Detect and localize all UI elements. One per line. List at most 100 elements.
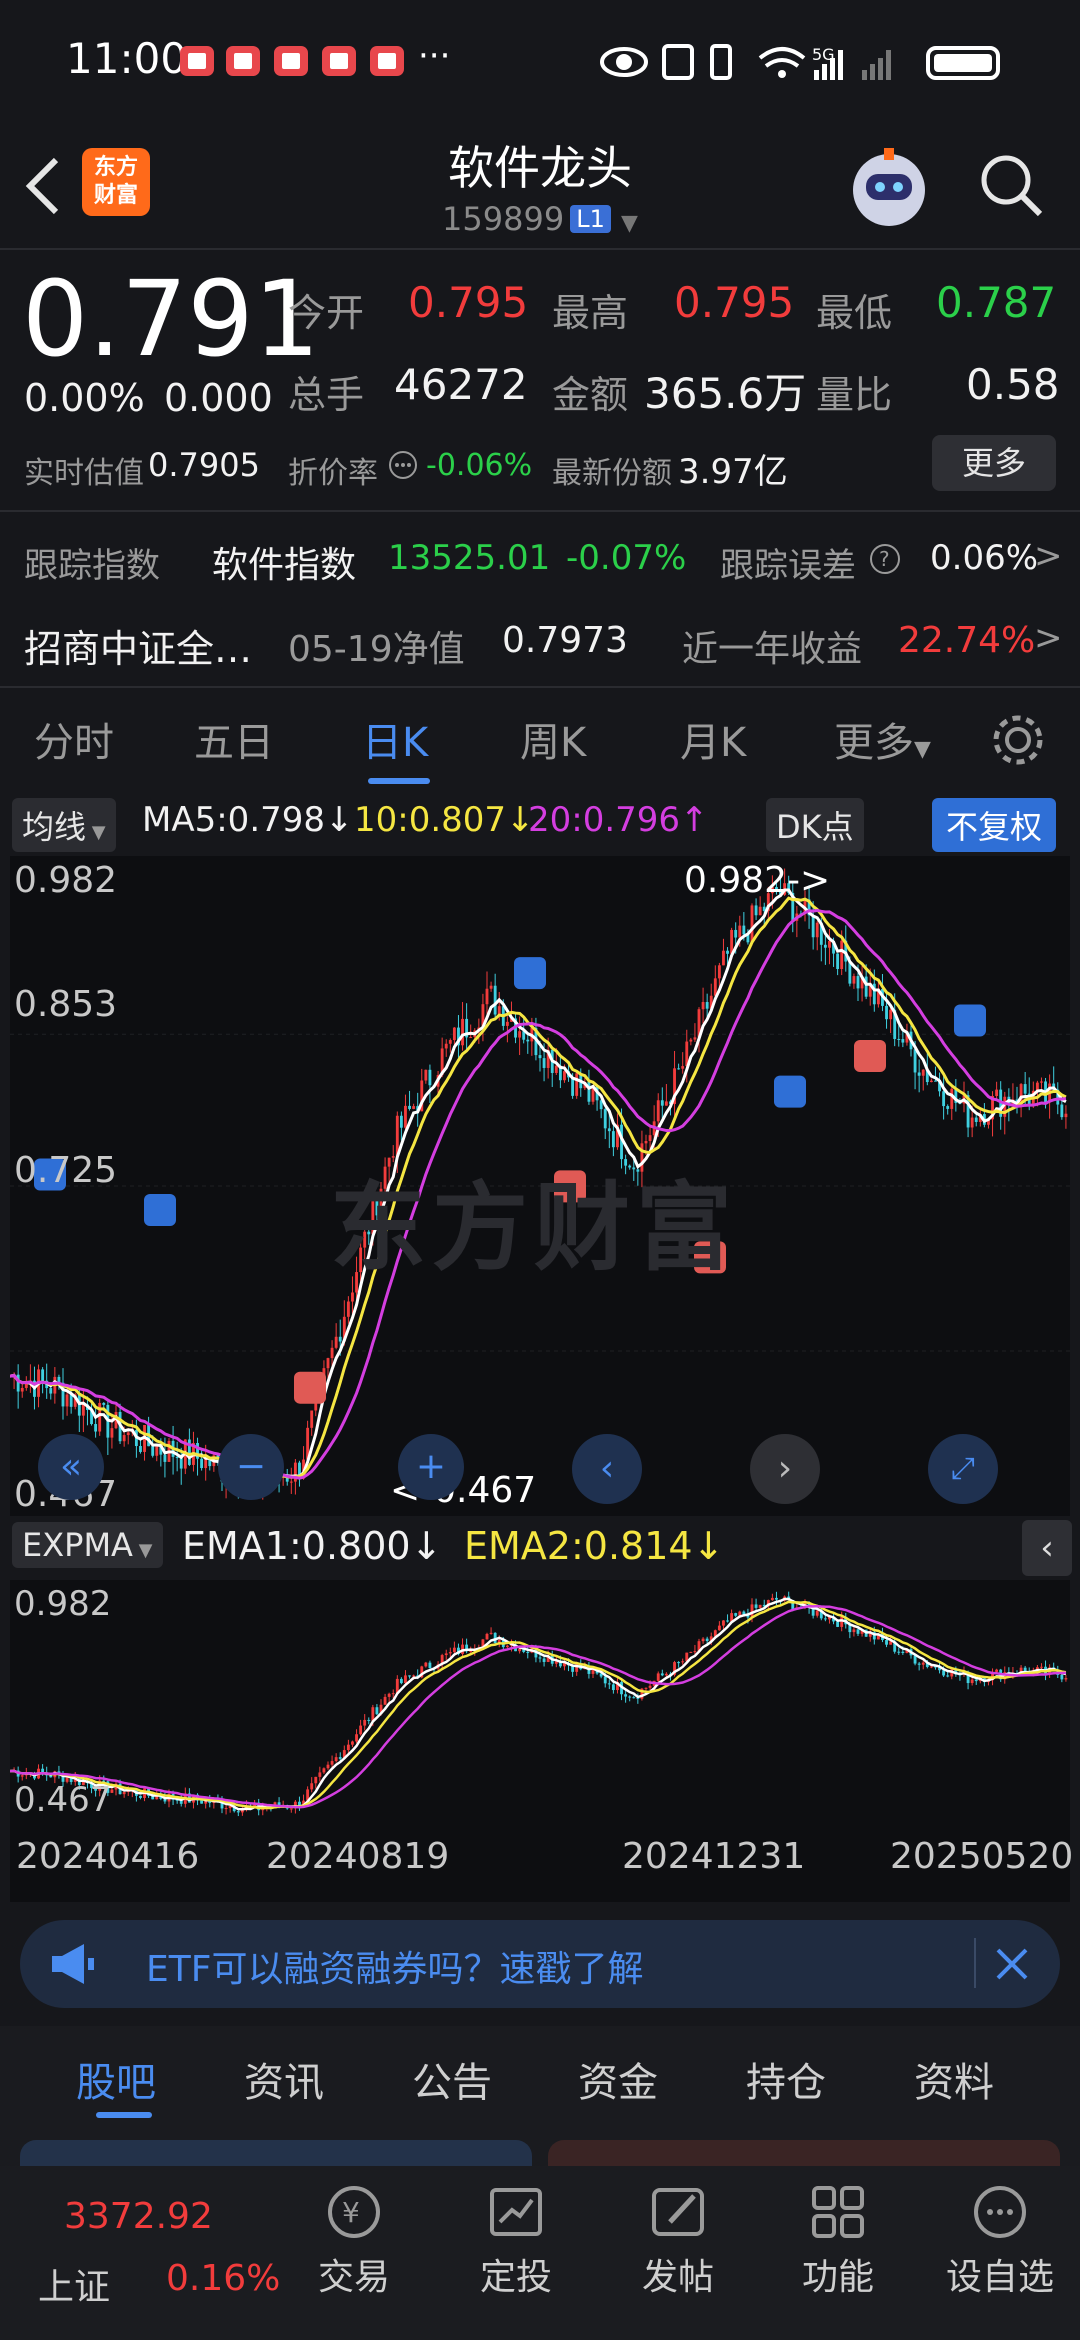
indicator-selector[interactable]: EXPMA ▼ xyxy=(12,1522,163,1568)
candle xyxy=(693,1037,697,1040)
search-icon[interactable] xyxy=(976,150,1046,220)
candle xyxy=(730,929,734,954)
grid-icon xyxy=(812,2186,864,2238)
help-icon[interactable]: ? xyxy=(868,542,902,576)
candle xyxy=(330,1347,334,1359)
app-header: 东方 财富 软件龙头 159899 L1 ▼ xyxy=(0,120,1080,250)
chevron-right-icon[interactable]: > xyxy=(1034,536,1063,576)
info-dots-icon[interactable] xyxy=(388,450,418,480)
level-badge: L1 xyxy=(570,205,611,233)
open-label: 今开 xyxy=(288,291,365,335)
tab-weekly-k[interactable]: 周K xyxy=(520,710,586,768)
candle xyxy=(660,1100,664,1106)
candle xyxy=(929,1080,933,1083)
zoom-in-button[interactable]: + xyxy=(398,1434,464,1500)
gear-icon[interactable] xyxy=(990,712,1046,768)
candle xyxy=(995,1669,999,1672)
candle xyxy=(885,1640,888,1645)
candle xyxy=(677,1662,681,1664)
nav-watchlist[interactable]: 设自选 xyxy=(940,2166,1060,2300)
fullscreen-button[interactable]: ⤢ xyxy=(928,1434,998,1504)
tab-monthly-k[interactable]: 月K xyxy=(680,710,746,768)
ma-selector[interactable]: 均线 ▼ xyxy=(12,798,116,852)
vibrate-icon xyxy=(710,44,732,80)
candle xyxy=(41,1369,45,1381)
candle xyxy=(1040,1081,1043,1083)
candle xyxy=(359,1725,363,1735)
candle xyxy=(69,1394,73,1407)
dk-point-button[interactable]: DK点 xyxy=(766,798,864,852)
chart-icon xyxy=(490,2188,542,2236)
megaphone-icon xyxy=(52,1944,94,1984)
scroll-left-button[interactable]: ‹ xyxy=(572,1434,642,1504)
chevron-right-icon[interactable]: > xyxy=(1034,618,1063,658)
candle xyxy=(452,1647,456,1653)
signal-icon-2 xyxy=(862,50,891,80)
candle xyxy=(856,1629,860,1634)
candle xyxy=(1023,1084,1027,1094)
candle xyxy=(946,1675,950,1677)
candle xyxy=(571,1077,575,1096)
tab-funds-flow[interactable]: 资金 xyxy=(578,2050,658,2108)
tab-intraday[interactable]: 分时 xyxy=(34,710,114,768)
chevron-down-icon: ▼ xyxy=(621,211,638,236)
tab-more[interactable]: 更多▼ xyxy=(834,710,931,768)
tracking-index-change: -0.07% xyxy=(566,538,687,578)
candle xyxy=(163,1454,167,1462)
candle xyxy=(81,1404,85,1416)
candle xyxy=(94,1424,98,1432)
nav-functions[interactable]: 功能 xyxy=(778,2166,898,2300)
amount-value: 365.6万 xyxy=(644,369,807,418)
candle xyxy=(526,1039,530,1042)
candle xyxy=(689,1651,693,1653)
candle xyxy=(885,1005,888,1020)
candle xyxy=(689,1039,693,1042)
close-icon[interactable] xyxy=(992,1944,1032,1984)
tab-forum[interactable]: 股吧 xyxy=(76,2050,156,2108)
iopv-value: 0.7905 xyxy=(148,446,260,484)
tab-announcements[interactable]: 公告 xyxy=(412,2050,492,2108)
fund-name[interactable]: 招商中证全… xyxy=(24,618,252,673)
candle xyxy=(351,1292,354,1302)
collapse-indicator-button[interactable]: ‹ xyxy=(1022,1520,1072,1576)
candle xyxy=(693,1651,697,1653)
candle xyxy=(485,1633,489,1640)
tab-five-day[interactable]: 五日 xyxy=(194,710,274,768)
low-value: 0.787 xyxy=(936,278,1057,327)
nav-post[interactable]: 发帖 xyxy=(618,2166,738,2300)
adjust-button[interactable]: 不复权 xyxy=(932,798,1057,852)
market-index-value[interactable]: 3372.92 xyxy=(64,2196,213,2237)
candle xyxy=(770,1597,774,1601)
candle xyxy=(644,1141,648,1144)
candle xyxy=(946,1106,950,1109)
tab-holdings[interactable]: 持仓 xyxy=(746,2050,826,2108)
rewind-button[interactable]: « xyxy=(38,1434,104,1500)
robot-assistant-icon[interactable] xyxy=(846,144,932,230)
candle xyxy=(399,1115,403,1128)
zoom-out-button[interactable]: − xyxy=(218,1434,284,1500)
tab-news[interactable]: 资讯 xyxy=(244,2050,324,2108)
candle xyxy=(538,1055,542,1059)
nav-trade[interactable]: ¥ 交易 xyxy=(294,2166,414,2300)
low-label: 最低 xyxy=(816,291,893,335)
tracking-index-name[interactable]: 软件指数 xyxy=(212,536,356,588)
return-value: 22.74% xyxy=(898,620,1036,661)
tab-profile[interactable]: 资料 xyxy=(914,2050,994,2108)
candle xyxy=(452,1027,456,1041)
ema-chart[interactable] xyxy=(9,1580,1070,1820)
more-button[interactable]: 更多 xyxy=(932,435,1056,491)
promo-banner[interactable]: ETF可以融资融券吗？速戳了解 xyxy=(20,1920,1060,2008)
candle xyxy=(224,1808,228,1810)
nav-invest[interactable]: 定投 xyxy=(456,2166,576,2300)
change-percent: 0.00% xyxy=(24,376,145,420)
candle xyxy=(505,1645,509,1648)
candle xyxy=(404,1105,407,1128)
tab-daily-k[interactable]: 日K xyxy=(362,710,428,768)
candle xyxy=(461,1018,464,1046)
candle xyxy=(705,1638,709,1641)
kline-y-top: 0.982 xyxy=(14,860,118,901)
scroll-right-button[interactable]: › xyxy=(750,1434,820,1504)
candle xyxy=(1040,1666,1043,1668)
candle xyxy=(346,1301,350,1317)
ratio-value: 0.58 xyxy=(966,360,1060,409)
